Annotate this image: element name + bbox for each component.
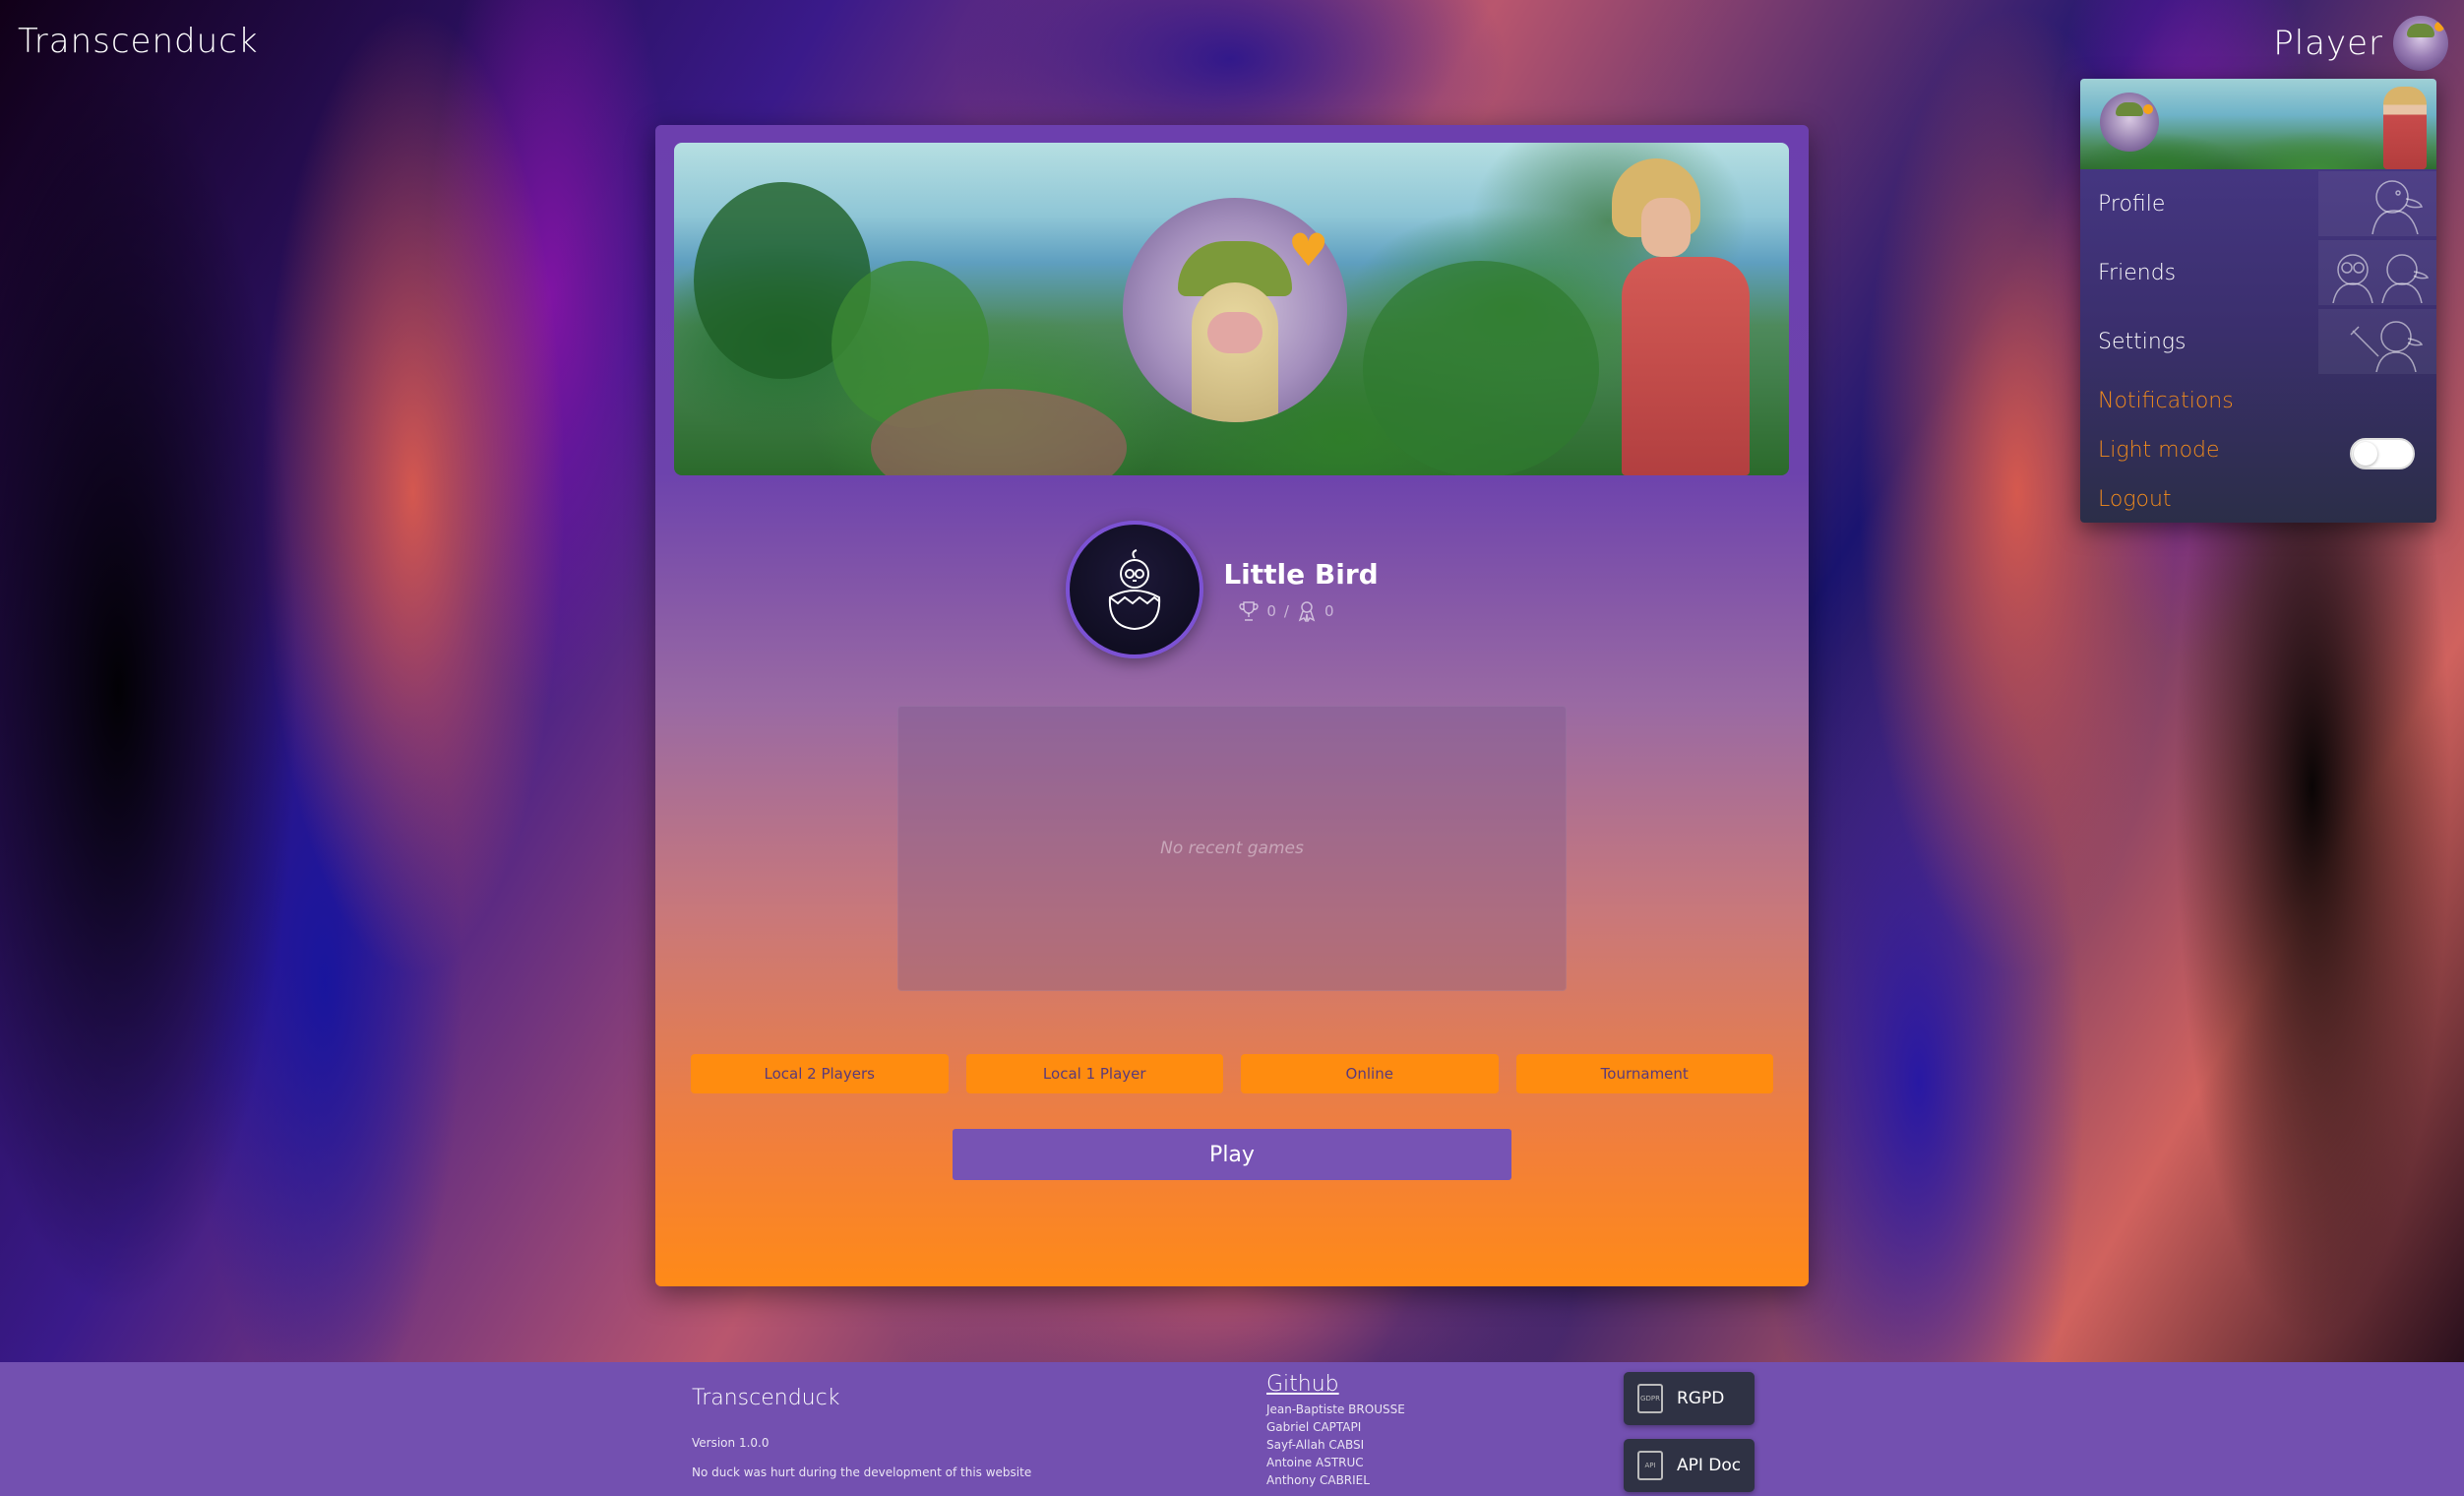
app-brand[interactable]: Transcenduck: [18, 22, 259, 61]
trophy-icon: [1239, 600, 1259, 621]
author: Sayf-Allah CABSI: [1266, 1438, 1365, 1452]
recent-games-panel: No recent games: [897, 706, 1567, 991]
menu-item-friends[interactable]: Friends: [2080, 238, 2436, 307]
losses-count: 0: [1324, 601, 1334, 620]
profile-summary: Little Bird 0 / 0: [655, 521, 1809, 658]
menu-item-notifications[interactable]: Notifications: [2080, 376, 2436, 425]
recent-games-empty-text: No recent games: [1160, 839, 1304, 858]
footer-version: Version 1.0.0: [692, 1436, 770, 1450]
hatching-duck-icon: [1109, 549, 1161, 631]
light-mode-label: Light mode: [2098, 437, 2220, 463]
dropdown-avatar: [2100, 93, 2159, 152]
menu-item-settings[interactable]: Settings: [2080, 307, 2436, 376]
mode-online-button[interactable]: Online: [1241, 1054, 1499, 1093]
banner-hill: [1363, 261, 1599, 475]
online-dot: [2143, 104, 2153, 114]
author: Anthony CABRIEL: [1266, 1473, 1370, 1487]
banner-figure: [2383, 87, 2427, 169]
dropdown-banner: [2080, 79, 2436, 169]
api-doc-button[interactable]: API API Doc: [1624, 1439, 1756, 1492]
heart-icon: ♥: [1288, 223, 1329, 277]
profile-stats: 0 / 0: [1223, 600, 1378, 622]
footer-credits: Github Jean-Baptiste BROUSSE Gabriel CAP…: [1266, 1372, 1405, 1489]
rgpd-label: RGPD: [1677, 1389, 1725, 1408]
profile-inner: Little Bird 0 / 0: [1066, 521, 1379, 658]
menu-item-settings-label: Settings: [2098, 329, 2187, 354]
toggle-knob: [2354, 442, 2377, 466]
footer-tagline: No duck was hurt during the development …: [692, 1465, 1032, 1479]
player-name[interactable]: Player: [2273, 24, 2383, 63]
play-button[interactable]: Play: [953, 1129, 1511, 1180]
api-doc-label: API Doc: [1677, 1456, 1742, 1475]
duck-settings-icon: [2318, 309, 2436, 374]
author: Gabriel CAPTAPI: [1266, 1420, 1362, 1434]
mode-local-2-players-button[interactable]: Local 2 Players: [691, 1054, 949, 1093]
mode-tournament-button[interactable]: Tournament: [1515, 1054, 1773, 1093]
footer-info: Transcenduck Version 1.0.0 No duck was h…: [692, 1386, 1031, 1495]
footer-title: Transcenduck: [692, 1386, 840, 1410]
github-link[interactable]: Github: [1266, 1372, 1405, 1397]
menu-item-light-mode: Light mode: [2080, 425, 2436, 474]
user-dropdown-menu: Profile Friends Settings Notifications L…: [2080, 79, 2436, 523]
player-menu-trigger[interactable]: Player: [2273, 16, 2448, 71]
profile-avatar[interactable]: [1066, 521, 1204, 658]
author: Antoine ASTRUC: [1266, 1456, 1364, 1469]
gdpr-document-icon: GDPR: [1637, 1384, 1663, 1413]
duck-friends-icon: [2318, 240, 2436, 305]
profile-card: ♥ Little Bird 0 / 0 No recent games Loca…: [655, 125, 1809, 1286]
online-dot: [2434, 22, 2444, 31]
rgpd-button[interactable]: GDPR RGPD: [1624, 1372, 1756, 1425]
menu-item-profile-label: Profile: [2098, 191, 2166, 217]
footer: Transcenduck Version 1.0.0 No duck was h…: [0, 1362, 2464, 1496]
api-document-icon: API: [1637, 1451, 1663, 1480]
figure-coat: [1622, 257, 1750, 475]
profile-name: Little Bird: [1223, 557, 1379, 591]
banner-figure: [1582, 158, 1759, 475]
light-mode-toggle[interactable]: [2350, 438, 2415, 469]
menu-item-friends-label: Friends: [2098, 260, 2177, 285]
figure-face: [1641, 198, 1691, 257]
wins-count: 0: [1266, 601, 1276, 620]
game-mode-selector: Local 2 Players Local 1 Player Online To…: [691, 1054, 1773, 1093]
profile-info: Little Bird 0 / 0: [1223, 557, 1379, 622]
mode-local-1-player-button[interactable]: Local 1 Player: [965, 1054, 1223, 1093]
duck-profile-icon: [2318, 171, 2436, 236]
profile-banner: ♥: [674, 143, 1789, 475]
duck-beak: [1207, 312, 1263, 353]
footer-docs: GDPR RGPD API API Doc: [1624, 1372, 1756, 1492]
author: Jean-Baptiste BROUSSE: [1266, 1402, 1405, 1416]
ribbon-icon: [1298, 600, 1316, 622]
menu-item-logout[interactable]: Logout: [2080, 474, 2436, 523]
stats-separator: /: [1283, 601, 1289, 620]
player-avatar[interactable]: [2393, 16, 2448, 71]
menu-item-profile[interactable]: Profile: [2080, 169, 2436, 238]
